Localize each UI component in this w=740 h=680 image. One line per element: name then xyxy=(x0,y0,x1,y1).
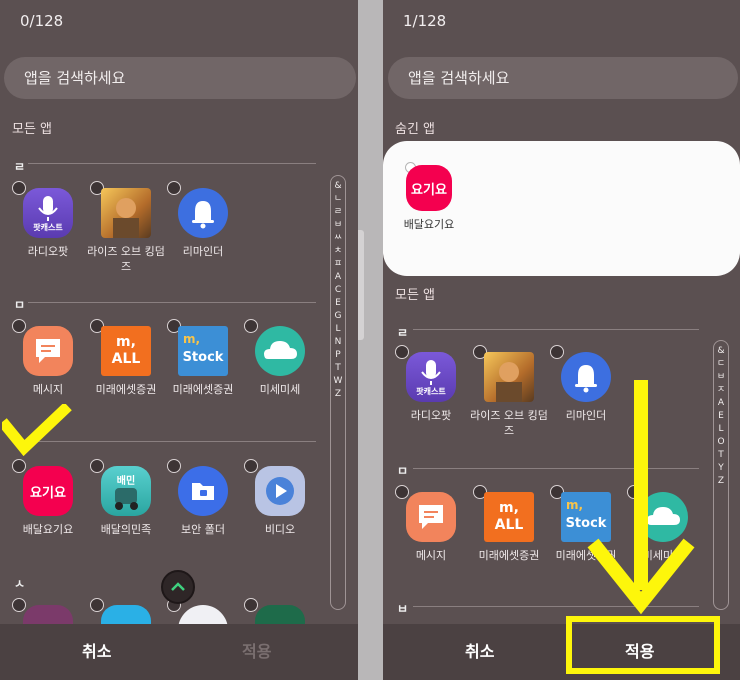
index-letter[interactable]: T xyxy=(714,449,728,462)
index-letter[interactable]: Z xyxy=(331,388,345,401)
message-icon xyxy=(23,326,73,376)
app-item-yogiyo[interactable]: 요기요 배달요기요 xyxy=(8,459,88,537)
index-letter[interactable]: ㄹ xyxy=(331,206,345,219)
app-item-message[interactable]: 메시지 xyxy=(391,485,471,563)
index-letter[interactable]: L xyxy=(714,423,728,436)
index-letter[interactable]: ㄷ xyxy=(714,358,728,371)
secure-folder-icon xyxy=(178,466,228,516)
message-icon xyxy=(406,492,456,542)
select-radio[interactable] xyxy=(12,598,26,612)
group-divider xyxy=(413,329,699,330)
app-item-secure-folder[interactable]: 보안 폴더 xyxy=(163,459,243,537)
alphabet-index-scroller[interactable]: & ㄴㄹㅂㅆㅊㅍ A C E G L N P T W Z xyxy=(330,175,346,610)
baemin-icon: 배민 xyxy=(101,466,151,516)
index-letter[interactable]: Z xyxy=(714,475,728,488)
index-letter[interactable]: ㅍ xyxy=(331,258,345,271)
index-letter[interactable]: L xyxy=(331,323,345,336)
rise-of-kingdoms-icon xyxy=(101,188,151,238)
group-divider xyxy=(28,302,316,303)
index-letter[interactable]: E xyxy=(331,297,345,310)
index-letter[interactable]: A xyxy=(714,397,728,410)
app-item-radiopot[interactable]: 팟캐스트 라디오팟 xyxy=(8,181,88,259)
app-item-baemin[interactable]: 배민 배달의민족 xyxy=(86,459,166,537)
group-letter: ㅁ xyxy=(397,464,409,478)
index-letter[interactable]: & xyxy=(714,345,728,358)
yogiyo-icon: 요기요 xyxy=(406,165,452,211)
right-screen: 1/128 앱을 검색하세요 숨긴 앱 요기요 배달요기요 모든 앱 ㄹ 팟캐스… xyxy=(383,0,740,680)
apply-highlight-annotation xyxy=(566,616,720,674)
index-letter[interactable]: G xyxy=(331,310,345,323)
group-letter: ㄹ xyxy=(14,160,26,174)
app-item-misemise[interactable]: 미세미세 xyxy=(240,319,320,397)
app-item-mirae-all[interactable]: m, ALL 미래에셋증권 xyxy=(469,485,549,563)
group-letter: ㅂ xyxy=(397,602,409,616)
cancel-button[interactable]: 취소 xyxy=(82,638,111,662)
apply-button[interactable]: 적용 xyxy=(242,638,271,662)
selection-counter: 0/128 xyxy=(20,12,64,30)
index-letter[interactable]: E xyxy=(714,410,728,423)
app-item-video[interactable]: 비디오 xyxy=(240,459,320,537)
bottom-action-bar: 취소 적용 xyxy=(0,624,358,680)
section-hidden-apps: 숨긴 앱 xyxy=(395,122,436,137)
cloud-icon xyxy=(255,326,305,376)
index-letter[interactable]: ㅆ xyxy=(331,232,345,245)
app-item-rise-of-kingdoms[interactable]: 라이즈 오브 킹덤즈 xyxy=(469,345,549,438)
app-search-field[interactable]: 앱을 검색하세요 xyxy=(388,57,738,99)
screenshot-divider xyxy=(358,0,383,680)
index-letter[interactable]: T xyxy=(331,362,345,375)
index-letter[interactable]: N xyxy=(331,336,345,349)
alphabet-index-scroller[interactable]: & ㄷㅂㅈ A E L O T Y Z xyxy=(713,340,729,610)
group-divider xyxy=(28,163,316,164)
hidden-apps-card: 요기요 배달요기요 xyxy=(383,141,740,276)
selection-counter: 1/128 xyxy=(403,12,447,30)
group-letter: ㅅ xyxy=(14,577,26,591)
hidden-app-yogiyo[interactable]: 요기요 배달요기요 xyxy=(389,162,469,232)
down-arrow-annotation-icon xyxy=(587,380,695,615)
mirae-stock-icon: m, Stock xyxy=(178,326,228,376)
index-letter[interactable]: Y xyxy=(714,462,728,475)
play-icon xyxy=(255,466,305,516)
group-letter: ㄹ xyxy=(397,326,409,340)
index-letter[interactable]: ㄴ xyxy=(331,193,345,206)
index-letter[interactable]: P xyxy=(331,349,345,362)
group-letter: ㅁ xyxy=(14,298,26,312)
scroll-to-top-button[interactable] xyxy=(161,570,195,604)
bell-icon xyxy=(178,188,228,238)
index-letter[interactable]: ㅊ xyxy=(331,245,345,258)
app-item-radiopot[interactable]: 팟캐스트 라디오팟 xyxy=(391,345,471,423)
yogiyo-icon: 요기요 xyxy=(23,466,73,516)
scroll-grip xyxy=(358,230,364,340)
app-item-reminder[interactable]: 리마인더 xyxy=(163,181,243,259)
left-screen: 0/128 앱을 검색하세요 모든 앱 ㄹ 팟캐스트 라디오팟 라이즈 오브 킹… xyxy=(0,0,358,680)
index-letter[interactable]: C xyxy=(331,284,345,297)
radiopot-icon: 팟캐스트 xyxy=(23,188,73,238)
index-letter[interactable]: ㅈ xyxy=(714,384,728,397)
index-letter[interactable]: A xyxy=(331,271,345,284)
index-letter[interactable]: W xyxy=(331,375,345,388)
radiopot-icon: 팟캐스트 xyxy=(406,352,456,402)
app-item-mirae-all[interactable]: m, ALL 미래에셋증권 xyxy=(86,319,166,397)
rise-of-kingdoms-icon xyxy=(484,352,534,402)
mirae-all-icon: m, ALL xyxy=(101,326,151,376)
index-letter[interactable]: O xyxy=(714,436,728,449)
app-item-rise-of-kingdoms[interactable]: 라이즈 오브 킹덤즈 xyxy=(86,181,166,274)
index-letter[interactable]: & xyxy=(331,180,345,193)
app-search-field[interactable]: 앱을 검색하세요 xyxy=(4,57,356,99)
select-radio[interactable] xyxy=(90,598,104,612)
section-all-apps: 모든 앱 xyxy=(12,122,53,137)
section-all-apps: 모든 앱 xyxy=(395,288,436,303)
app-item-message[interactable]: 메시지 xyxy=(8,319,88,397)
select-radio[interactable] xyxy=(244,598,258,612)
checkmark-annotation-icon xyxy=(2,404,72,457)
app-item-mirae-stock[interactable]: m, Stock 미래에셋증권 xyxy=(163,319,243,397)
index-letter[interactable]: ㅂ xyxy=(331,219,345,232)
index-letter[interactable]: ㅂ xyxy=(714,371,728,384)
cancel-button[interactable]: 취소 xyxy=(465,638,494,662)
mirae-all-icon: m, ALL xyxy=(484,492,534,542)
